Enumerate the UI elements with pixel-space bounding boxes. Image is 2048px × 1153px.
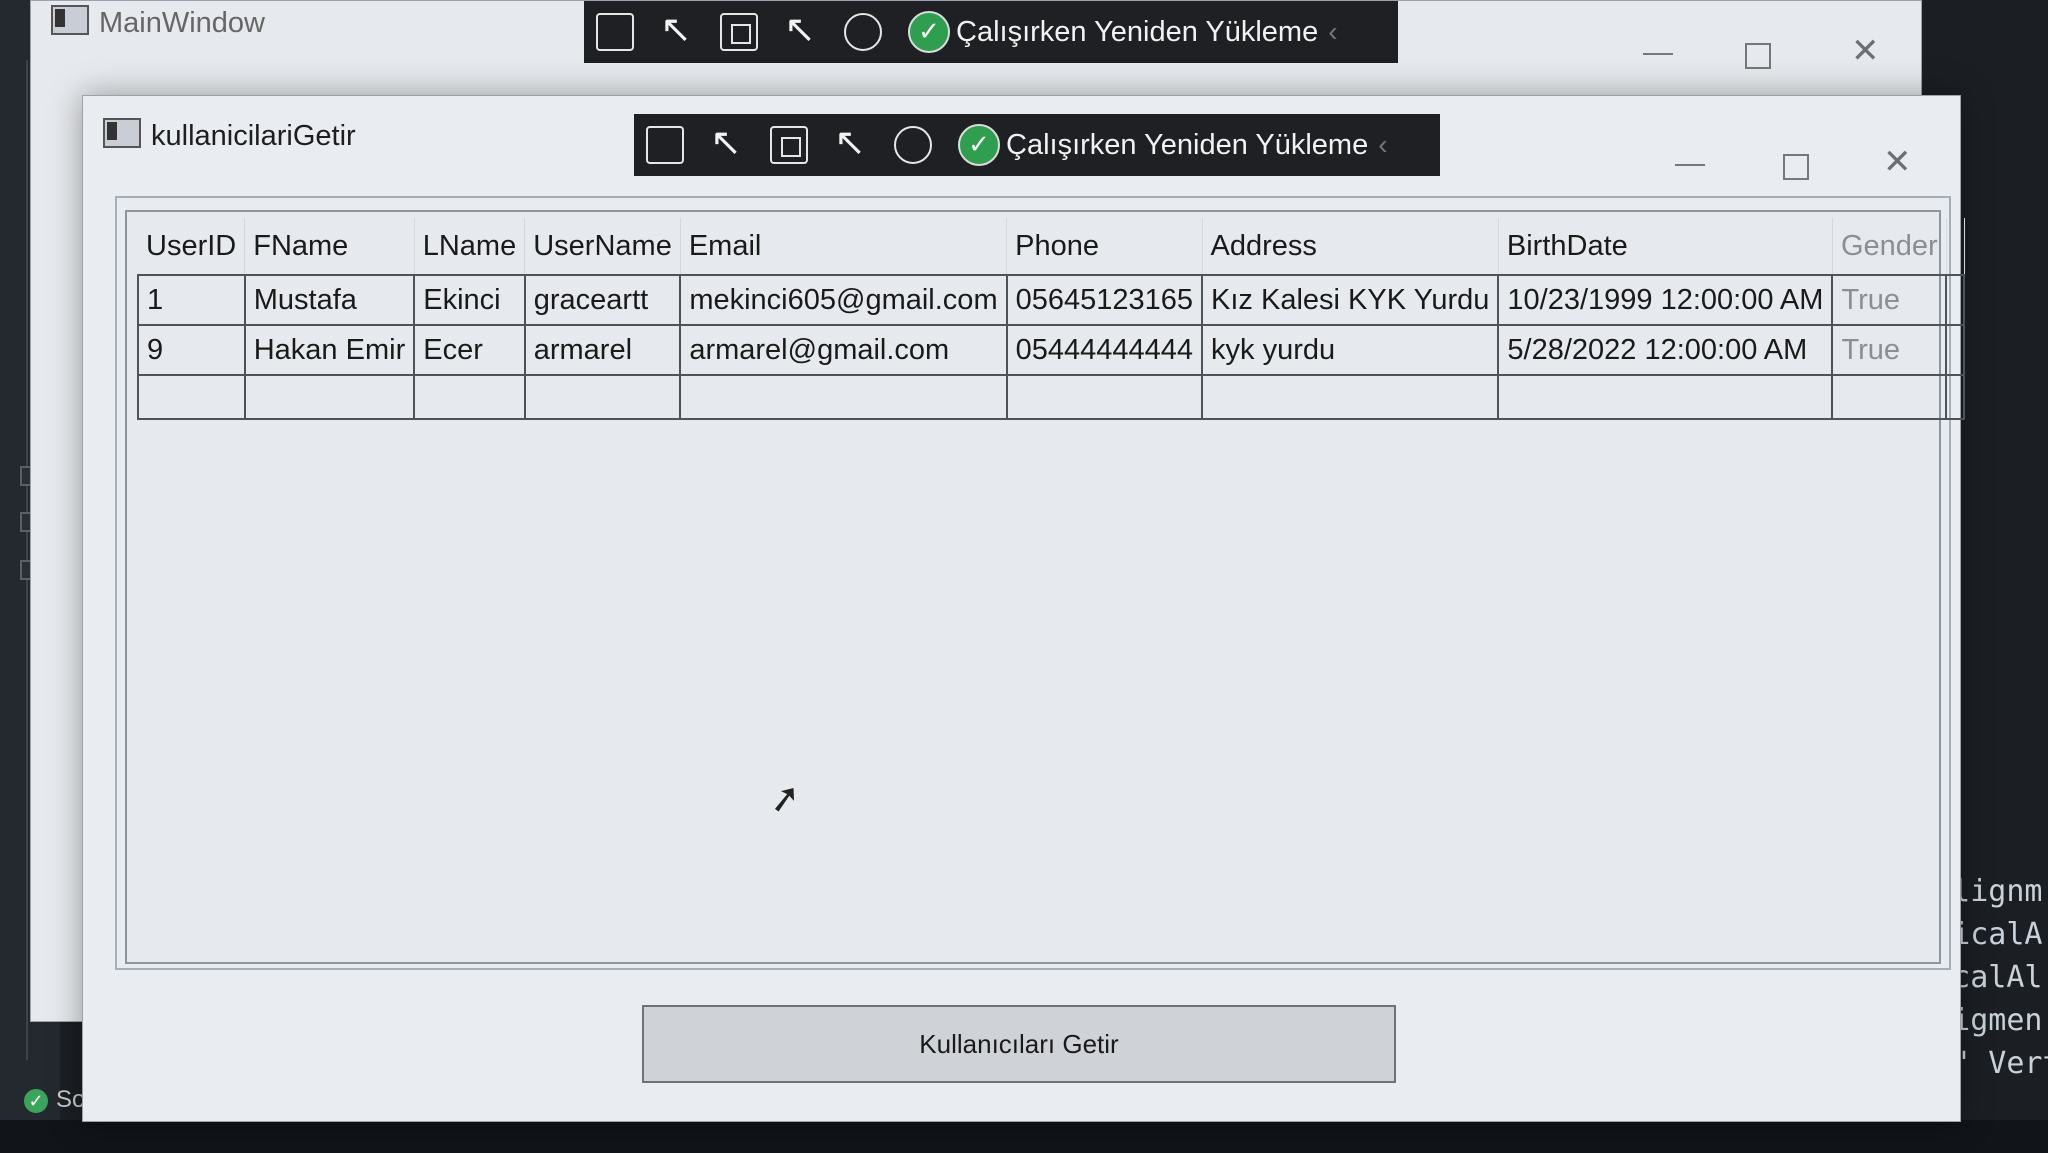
minimize-button[interactable] (1643, 53, 1673, 55)
column-header-birthdate[interactable]: BirthDate (1498, 218, 1833, 275)
hot-reload-check-icon: ✓ (908, 11, 950, 53)
cell-email[interactable]: mekinci605@gmail.com (679, 274, 1008, 326)
cell-empty[interactable] (243, 374, 416, 420)
datagrid-viewport: UserID FName LName UserName Email Phone … (125, 210, 1966, 964)
check-icon: ✓ (24, 1088, 48, 1113)
hot-reload-label[interactable]: Çalışırken Yeniden Yükleme (1006, 129, 1368, 162)
column-header-userid[interactable]: UserID (138, 218, 246, 275)
table-row[interactable]: 1 Mustafa Ekinci graceartt mekinci605@gm… (137, 274, 1966, 326)
binding-failures-icon[interactable] (844, 13, 882, 51)
chevron-left-icon[interactable]: ‹ (1328, 16, 1337, 48)
cell-phone[interactable]: 05645123165 (1005, 274, 1204, 326)
mouse-cursor-icon: ➚ (766, 775, 804, 823)
select-element-icon[interactable] (708, 120, 746, 165)
column-header-filler (1946, 218, 1965, 275)
cell-address[interactable]: kyk yurdu (1201, 324, 1500, 376)
visual-tree-icon[interactable] (596, 13, 634, 51)
cell-username[interactable]: graceartt (523, 274, 682, 326)
column-header-address[interactable]: Address (1202, 218, 1499, 275)
cell-empty[interactable] (413, 374, 526, 420)
kullanicilarigetir-window: kullanicilariGetir ✓ Çalışırken Yeniden … (82, 95, 1966, 1122)
close-button[interactable]: ✕ (1883, 142, 1912, 182)
table-row[interactable]: 9 Hakan Emir Ecer armarel armarel@gmail.… (137, 324, 1966, 376)
cell-phone[interactable]: 05444444444 (1005, 324, 1204, 376)
column-header-email[interactable]: Email (680, 218, 1008, 275)
window-app-icon (103, 118, 141, 148)
cell-filler (1945, 274, 1966, 326)
maximize-button[interactable] (1745, 43, 1771, 69)
display-adorners-icon[interactable] (720, 13, 758, 51)
window-title: MainWindow (99, 7, 265, 39)
cell-empty[interactable] (1201, 374, 1500, 420)
ide-bottom-bar (0, 1120, 2048, 1153)
cell-fname[interactable]: Mustafa (243, 274, 416, 326)
cell-empty[interactable] (1831, 374, 1948, 420)
cell-lname[interactable]: Ekinci (413, 274, 526, 326)
binding-failures-icon[interactable] (894, 126, 932, 164)
track-focus-icon[interactable] (832, 120, 870, 165)
cell-empty[interactable] (1497, 374, 1834, 420)
cell-email[interactable]: armarel@gmail.com (679, 324, 1008, 376)
cell-username[interactable]: armarel (523, 324, 682, 376)
new-item-row[interactable] (137, 374, 1966, 420)
cell-lname[interactable]: Ecer (413, 324, 526, 376)
visual-tree-icon[interactable] (646, 126, 684, 164)
hot-reload-check-icon: ✓ (958, 124, 1000, 166)
cell-empty[interactable] (1005, 374, 1204, 420)
users-datagrid[interactable]: UserID FName LName UserName Email Phone … (115, 196, 1966, 970)
column-header-lname[interactable]: LName (414, 218, 526, 275)
maximize-button[interactable] (1783, 154, 1809, 180)
cell-filler (1945, 324, 1966, 376)
cell-gender[interactable]: True (1831, 324, 1948, 376)
cell-empty[interactable] (137, 374, 246, 420)
minimize-button[interactable] (1675, 164, 1705, 166)
cell-userid[interactable]: 1 (137, 274, 246, 326)
column-header-phone[interactable]: Phone (1006, 218, 1203, 275)
get-users-button[interactable]: Kullanıcıları Getir (642, 1005, 1396, 1083)
close-button[interactable]: ✕ (1851, 31, 1880, 71)
cell-gender[interactable]: True (1831, 274, 1948, 326)
select-element-icon[interactable] (658, 7, 696, 52)
cell-empty[interactable] (679, 374, 1008, 420)
track-focus-icon[interactable] (782, 7, 820, 52)
users-table: UserID FName LName UserName Email Phone … (137, 218, 1966, 420)
window-app-icon (51, 5, 89, 35)
column-header-fname[interactable]: FName (244, 218, 415, 275)
cell-birthdate[interactable]: 5/28/2022 12:00:00 AM (1497, 324, 1834, 376)
cell-address[interactable]: Kız Kalesi KYK Yurdu (1201, 274, 1500, 326)
cell-userid[interactable]: 9 (137, 324, 246, 376)
window-title: kullanicilariGetir (151, 120, 356, 152)
debug-toolbar: ✓ Çalışırken Yeniden Yükleme ‹ (584, 1, 1398, 63)
display-adorners-icon[interactable] (770, 126, 808, 164)
cell-birthdate[interactable]: 10/23/1999 12:00:00 AM (1497, 274, 1834, 326)
header-row: UserID FName LName UserName Email Phone … (138, 218, 1965, 275)
cell-empty[interactable] (523, 374, 682, 420)
debug-toolbar: ✓ Çalışırken Yeniden Yükleme ‹ (634, 114, 1440, 176)
hot-reload-label[interactable]: Çalışırken Yeniden Yükleme (956, 16, 1318, 49)
cell-filler (1945, 374, 1966, 420)
column-header-username[interactable]: UserName (524, 218, 681, 275)
cell-fname[interactable]: Hakan Emir (243, 324, 416, 376)
chevron-left-icon[interactable]: ‹ (1378, 129, 1387, 161)
column-header-gender[interactable]: Gender (1832, 218, 1947, 275)
